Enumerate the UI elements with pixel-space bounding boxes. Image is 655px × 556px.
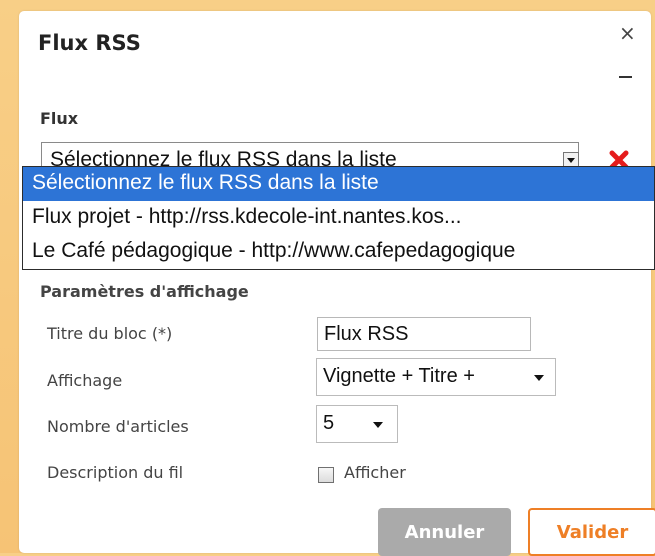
display-label: Affichage [47,371,123,390]
show-description-checkbox[interactable] [318,467,334,483]
article-count-select[interactable]: 5 [316,405,398,443]
description-label: Description du fil [47,463,184,482]
show-description-label: Afficher [344,463,406,482]
dialog-title: Flux RSS [38,31,141,55]
rss-feed-dropdown-list: Sélectionnez le flux RSS dans la liste F… [22,166,655,270]
flux-section-label: Flux [40,109,79,128]
close-icon[interactable]: × [619,23,636,43]
validate-button[interactable]: Valider [528,508,655,556]
rss-feed-option-selected[interactable]: Sélectionnez le flux RSS dans la liste [23,167,654,201]
rss-feed-option-cafe-pedagogique[interactable]: Le Café pédagogique - http://www.cafeped… [23,235,654,269]
chevron-down-icon[interactable] [534,375,544,381]
rss-settings-dialog: Flux RSS × Flux Sélectionnez le flux RSS… [19,11,655,556]
cancel-button[interactable]: Annuler [378,508,511,556]
display-settings-section-label: Paramètres d'affichage [40,282,249,301]
article-count-label: Nombre d'articles [47,417,189,436]
block-title-label: Titre du bloc (*) [47,324,173,343]
rss-feed-option-flux-projet[interactable]: Flux projet - http://rss.kdecole-int.nan… [23,201,654,235]
article-count-value: 5 [323,412,335,434]
display-select[interactable]: Vignette + Titre + [316,358,556,396]
display-select-value: Vignette + Titre + [323,365,475,387]
chevron-down-icon[interactable] [373,422,383,428]
minimize-icon[interactable] [619,76,632,78]
block-title-input[interactable] [317,317,531,351]
